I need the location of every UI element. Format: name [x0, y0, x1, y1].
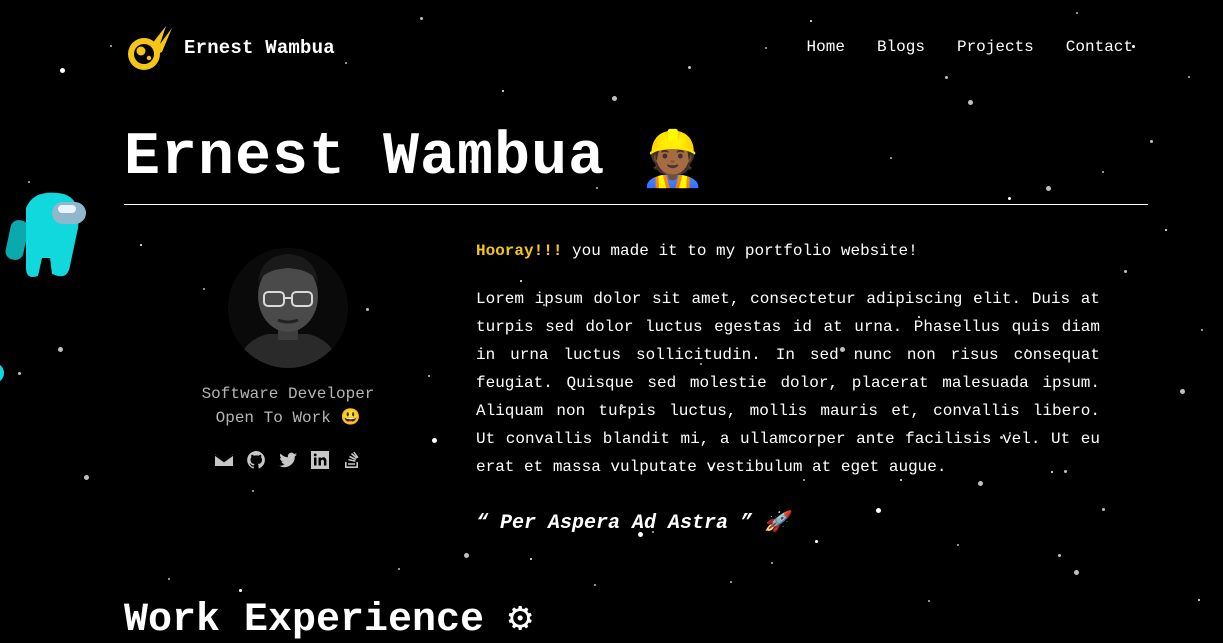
star — [60, 68, 65, 73]
about-section: Hooray!!! you made it to my portfolio we… — [476, 239, 1100, 535]
star — [239, 589, 242, 592]
crewmate-icon — [5, 192, 86, 277]
star — [1150, 140, 1153, 143]
star — [771, 562, 773, 564]
star — [1058, 554, 1061, 557]
title-divider — [124, 204, 1148, 205]
star — [18, 372, 21, 375]
star — [945, 76, 948, 79]
quote: “ Per Aspera Ad Astra ” 🚀 — [476, 512, 789, 535]
star — [1201, 329, 1203, 331]
comet-icon — [128, 26, 172, 70]
star — [84, 475, 89, 480]
crewmate-partial-icon — [0, 365, 4, 381]
role-text: Software Developer — [201, 385, 375, 403]
star — [1188, 76, 1190, 78]
star — [345, 62, 347, 64]
star — [530, 558, 532, 560]
star — [1008, 197, 1011, 200]
star — [765, 47, 767, 49]
brand-name: Ernest Wambua — [184, 37, 335, 59]
work-experience-title: Work Experience ⚙ — [124, 594, 532, 643]
main-nav: Home Blogs Projects Contact — [807, 38, 1133, 56]
profile-card: Software Developer Open To Work 😃 — [200, 248, 376, 470]
star — [730, 581, 732, 583]
star — [420, 17, 423, 20]
star — [432, 438, 437, 443]
avatar — [228, 248, 348, 368]
star — [1046, 186, 1051, 191]
star — [688, 66, 691, 69]
star — [957, 544, 959, 546]
star — [1198, 599, 1200, 601]
construction-worker-emoji: 👷🏾 — [639, 133, 708, 194]
intro-line: Hooray!!! you made it to my portfolio we… — [476, 239, 1100, 263]
star — [815, 540, 818, 543]
star — [1165, 229, 1167, 231]
status-text: Open To Work 😃 — [215, 409, 361, 427]
nav-home[interactable]: Home — [807, 38, 845, 56]
twitter-icon[interactable] — [278, 450, 298, 470]
star — [1102, 171, 1104, 173]
intro-highlight: Hooray!!! — [476, 242, 563, 260]
intro-rest: you made it to my portfolio website! — [562, 242, 918, 260]
star — [58, 347, 63, 352]
star — [168, 578, 170, 580]
star — [1102, 508, 1105, 511]
social-links — [200, 450, 376, 470]
star — [968, 100, 973, 105]
star — [612, 96, 617, 101]
star — [464, 553, 469, 558]
star — [594, 584, 596, 586]
star — [1180, 389, 1185, 394]
linkedin-icon[interactable] — [310, 450, 330, 470]
brand[interactable]: Ernest Wambua — [124, 24, 335, 72]
email-icon[interactable] — [214, 450, 234, 470]
star — [1074, 570, 1079, 575]
star — [890, 157, 892, 159]
star — [428, 375, 430, 377]
about-paragraph: Lorem ipsum dolor sit amet, consectetur … — [476, 290, 1100, 476]
star — [398, 568, 400, 570]
star — [110, 45, 112, 47]
star — [502, 90, 504, 92]
star — [928, 600, 930, 602]
star — [140, 244, 142, 246]
stackoverflow-icon[interactable] — [342, 450, 362, 470]
github-icon[interactable] — [246, 450, 266, 470]
gear-icon: ⚙ — [508, 598, 533, 643]
nav-projects[interactable]: Projects — [957, 38, 1034, 56]
star — [810, 20, 812, 22]
hero-title-text: Ernest Wambua — [124, 124, 606, 192]
star — [28, 181, 30, 183]
nav-blogs[interactable]: Blogs — [877, 38, 925, 56]
nav-contact[interactable]: Contact — [1066, 38, 1133, 56]
work-experience-text: Work Experience — [124, 598, 485, 643]
star — [252, 490, 254, 492]
star — [1124, 270, 1127, 273]
hero-title: Ernest Wambua 👷🏾 — [124, 128, 707, 191]
star — [1076, 12, 1078, 14]
